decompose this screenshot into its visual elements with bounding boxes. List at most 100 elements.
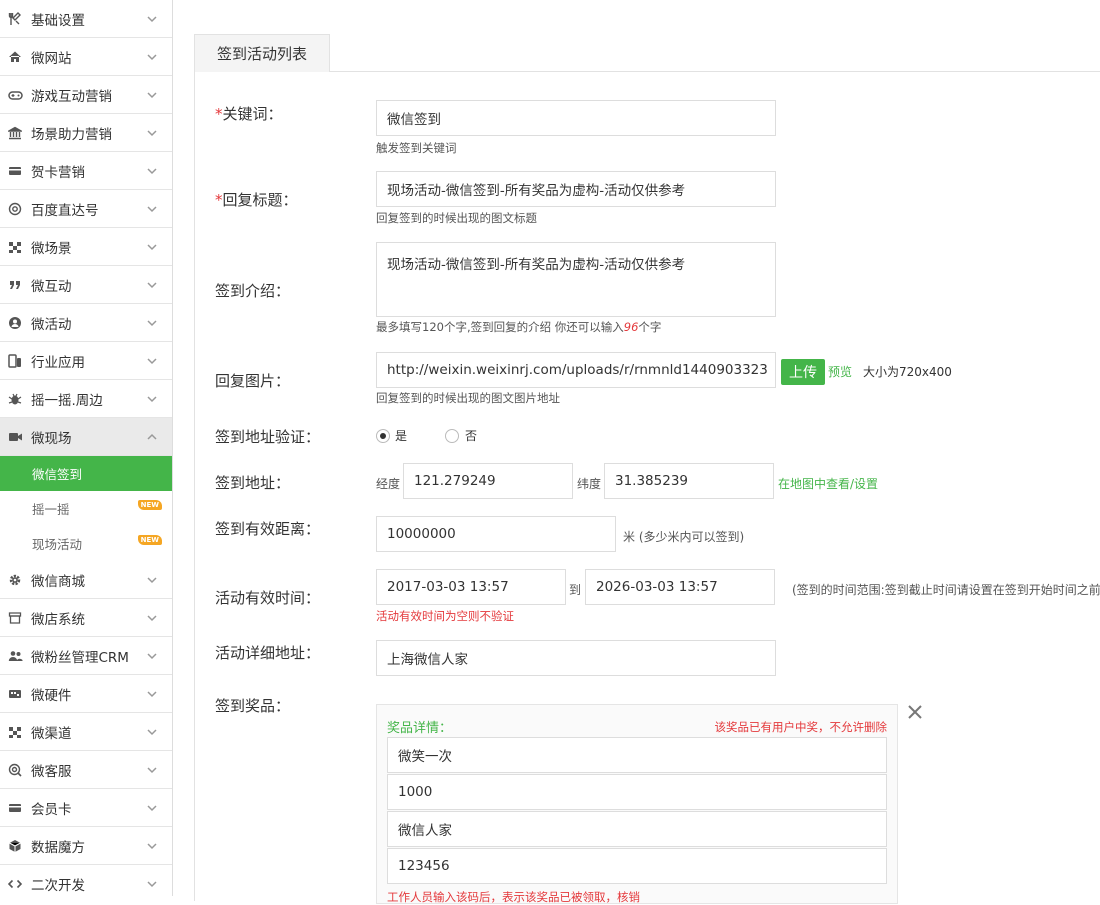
sidebar-item-items_after-6[interactable]: 会员卡 [0, 789, 172, 827]
tab-signin-activity-list[interactable]: 签到活动列表 [194, 34, 330, 72]
main-content: 签到活动列表 *关键词： 微信签到 触发签到关键词 *回复标题： 现场活动-微信… [194, 34, 1100, 904]
prize-code-input[interactable]: 123456 [387, 848, 887, 884]
cube-icon [6, 837, 24, 855]
prize-code-hint: 工作人员输入该码后，表示该奖品已被领取，核销 [387, 890, 640, 904]
sidebar-item-items-8[interactable]: 微活动 [0, 304, 172, 342]
bank-icon [6, 124, 24, 142]
keyword-input[interactable]: 微信签到 [376, 100, 776, 136]
sidebar-item-items_after-2[interactable]: 微粉丝管理CRM [0, 637, 172, 675]
intro-label: 签到介绍： [215, 282, 291, 300]
sidebar-item-items_after-7[interactable]: 数据魔方 [0, 827, 172, 865]
reply-image-label: 回复图片： [215, 372, 291, 390]
required-mark: * [215, 191, 223, 209]
new-badge: NEW [137, 535, 162, 545]
form-panel: *关键词： 微信签到 触发签到关键词 *回复标题： 现场活动-微信签到-所有奖品… [194, 71, 1100, 904]
end-time-input[interactable]: 2026-03-03 13:57 [585, 569, 775, 605]
upload-button[interactable]: 上传 [781, 359, 825, 385]
sidebar-subitem-label: 微信签到 [32, 467, 83, 482]
sidebar-item-items-10[interactable]: 摇一摇.周边 [0, 380, 172, 418]
sidebar-item-label: 微网站 [31, 50, 72, 67]
keyword-label: *关键词： [215, 105, 283, 123]
reply-image-url-input[interactable]: http://weixin.weixinrj.com/uploads/r/rnm… [376, 352, 776, 388]
sidebar-item-items-0[interactable]: 基础设置 [0, 0, 172, 38]
sidebar-item-label: 基础设置 [31, 12, 85, 29]
card-icon [6, 799, 24, 817]
sidebar-item-label: 二次开发 [31, 877, 85, 894]
verify-no-radio[interactable] [445, 429, 459, 443]
prize-count-input[interactable]: 1000 [387, 774, 887, 810]
prize-name-input[interactable]: 微笑一次 [387, 737, 887, 773]
sidebar-item-label: 微信商城 [31, 573, 85, 590]
users-icon [6, 647, 24, 665]
sidebar-item-items-7[interactable]: 微互动 [0, 266, 172, 304]
address-label: 签到地址： [215, 474, 291, 492]
prize-box: 奖品详情： 该奖品已有用户中奖，不允许删除 微笑一次 1000 微信人家 123… [376, 704, 898, 904]
at-icon [6, 200, 24, 218]
latitude-input[interactable]: 31.385239 [604, 463, 774, 499]
sidebar-item-items_after-4[interactable]: 微渠道 [0, 713, 172, 751]
sidebar: 基础设置微网站游戏互动营销 场景助力营销 贺卡营销百度直达号微场景 微互动微活动行业应… [0, 0, 173, 896]
video-icon [6, 428, 24, 446]
chevron-down-icon [146, 127, 158, 139]
sidebar-item-items-6[interactable]: 微场景 [0, 228, 172, 266]
chevron-down-icon [146, 203, 158, 215]
sidebar-item-label: 百度直达号 [31, 202, 99, 219]
sidebar-item-items_after-8[interactable]: 二次开发 [0, 865, 172, 896]
detail-address-input[interactable]: 上海微信人家 [376, 640, 776, 676]
chevron-down-icon [146, 688, 158, 700]
sidebar-item-label: 微活动 [31, 316, 72, 333]
prize-provider-input[interactable]: 微信人家 [387, 811, 887, 847]
preview-link[interactable]: 预览 [828, 363, 852, 380]
sidebar-item-label: 微客服 [31, 763, 72, 780]
chevron-down-icon [146, 13, 158, 25]
start-time-input[interactable]: 2017-03-03 13:57 [376, 569, 566, 605]
card-icon [6, 162, 24, 180]
sidebar-item-items_after-5[interactable]: 微客服 [0, 751, 172, 789]
cubes-icon [6, 238, 24, 256]
required-mark: * [215, 105, 223, 123]
intro-hint: 最多填写120个字,签到回复的介绍 你还可以输入96个字 [376, 320, 662, 334]
sidebar-item-items_after-1[interactable]: 微店系统 [0, 599, 172, 637]
chevron-down-icon [146, 241, 158, 253]
sidebar-item-items-5[interactable]: 百度直达号 [0, 190, 172, 228]
prize-detail-title: 奖品详情： [387, 721, 453, 736]
home-icon [6, 48, 24, 66]
sidebar-subitem-1[interactable]: 摇一摇 NEW [0, 491, 172, 526]
sidebar-item-items-2[interactable]: 游戏互动营销 [0, 76, 172, 114]
prize-label: 签到奖品： [215, 697, 291, 715]
sidebar-item-items_after-3[interactable]: 微硬件 [0, 675, 172, 713]
chevron-down-icon [146, 764, 158, 776]
sidebar-item-label: 摇一摇.周边 [31, 392, 103, 409]
verify-yes-radio[interactable] [376, 429, 390, 443]
close-icon[interactable] [907, 704, 923, 720]
shop-icon [6, 609, 24, 627]
longitude-input[interactable]: 121.279249 [403, 463, 573, 499]
sidebar-subitem-2[interactable]: 现场活动 NEW [0, 526, 172, 561]
distance-input[interactable]: 10000000 [376, 516, 616, 552]
gear-icon [6, 571, 24, 589]
sidebar-item-label: 微店系统 [31, 611, 85, 628]
sidebar-item-label: 微渠道 [31, 725, 72, 742]
tab-bar: 签到活动列表 [194, 34, 1100, 72]
sidebar-subitem-0[interactable]: 微信签到 [0, 456, 172, 491]
sidebar-item-items-4[interactable]: 贺卡营销 [0, 152, 172, 190]
chevron-down-icon [146, 165, 158, 177]
map-view-link[interactable]: 在地图中查看/设置 [778, 475, 878, 492]
sidebar-item-items-3[interactable]: 场景助力营销 [0, 114, 172, 152]
support-icon [6, 761, 24, 779]
reply-title-input[interactable]: 现场活动-微信签到-所有奖品为虚构-活动仅供参考 [376, 171, 776, 207]
sidebar-item-label: 微硬件 [31, 687, 72, 704]
sidebar-item-items-9[interactable]: 行业应用 [0, 342, 172, 380]
chevron-down-icon [146, 355, 158, 367]
sidebar-item-items-11[interactable]: 微现场 [0, 418, 172, 456]
user-circle-icon [6, 314, 24, 332]
sidebar-item-label: 微粉丝管理CRM [31, 649, 129, 666]
sidebar-item-items-1[interactable]: 微网站 [0, 38, 172, 76]
chevron-down-icon [146, 650, 158, 662]
sidebar-item-items_after-0[interactable]: 微信商城 [0, 561, 172, 599]
new-badge: NEW [137, 500, 162, 510]
intro-textarea[interactable]: 现场活动-微信签到-所有奖品为虚构-活动仅供参考 [376, 242, 776, 317]
longitude-label: 经度 [376, 477, 401, 491]
chevron-down-icon [146, 393, 158, 405]
verify-no-label: 否 [465, 429, 478, 443]
